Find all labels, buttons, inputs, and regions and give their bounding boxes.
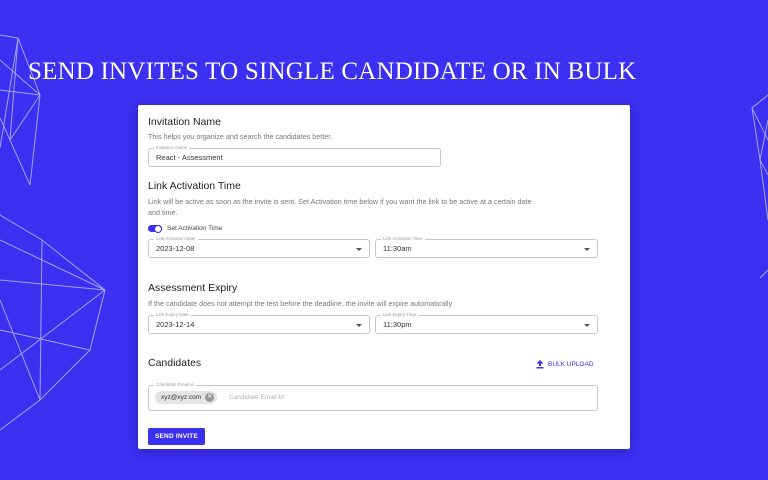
candidates-heading: Candidates	[148, 357, 202, 369]
candidate-email-placeholder[interactable]: Candidate Email Id	[229, 394, 284, 401]
link-activation-heading: Link Activation Time	[148, 180, 241, 192]
activation-date-select[interactable]: Link Activation Date 2023-12-08	[148, 236, 370, 258]
candidate-email-field-label: Candidate Email Id	[154, 382, 197, 388]
set-activation-toggle[interactable]	[148, 224, 162, 233]
caret-down-icon	[356, 248, 362, 251]
candidate-email-field[interactable]: Candidate Email Id xyz@xyz.com ✕ Candida…	[148, 382, 598, 411]
activation-time-label: Link Activation Time	[381, 236, 425, 242]
expiry-time-select[interactable]: Link Expiry Time 11:30pm	[375, 312, 598, 334]
bulk-upload-button[interactable]: BULK UPLOAD	[536, 360, 594, 369]
link-activation-description-line2: and time.	[148, 208, 178, 217]
assessment-expiry-heading: Assessment Expiry	[148, 282, 238, 294]
caret-down-icon	[584, 248, 590, 251]
invitation-name-heading: Invitation Name	[148, 116, 221, 128]
invitation-name-field[interactable]: Invitation Name React - Assessment	[148, 145, 441, 167]
expiry-date-select[interactable]: Link Expiry Date 2023-12-14	[148, 312, 370, 334]
activation-date-value: 2023-12-08	[156, 244, 195, 253]
activation-time-select[interactable]: Link Activation Time 11:30am	[375, 236, 598, 258]
invitation-name-field-label: Invitation Name	[154, 145, 190, 151]
chip-email-text: xyz@xyz.com	[161, 394, 202, 401]
activation-time-value: 11:30am	[383, 244, 412, 253]
caret-down-icon	[584, 324, 590, 327]
caret-down-icon	[356, 324, 362, 327]
invitation-name-description: This helps you organize and search the c…	[148, 132, 333, 141]
expiry-time-value: 11:30pm	[383, 320, 412, 329]
set-activation-toggle-label: Set Activation Time	[167, 225, 223, 232]
expiry-date-label: Link Expiry Date	[154, 312, 191, 318]
activation-date-label: Link Activation Date	[154, 236, 198, 242]
send-invite-button[interactable]: SEND INVITE	[148, 428, 205, 445]
invite-form-card: Invitation Name This helps you organize …	[138, 105, 630, 449]
upload-icon	[536, 360, 544, 369]
invitation-name-value: React - Assessment	[156, 153, 223, 162]
hero-title: SEND INVITES TO SINGLE CANDIDATE OR IN B…	[28, 58, 637, 85]
candidate-email-chip: xyz@xyz.com ✕	[155, 391, 218, 404]
link-activation-description-line1: Link will be active as soon as the invit…	[148, 197, 532, 206]
expiry-date-value: 2023-12-14	[156, 320, 195, 329]
bulk-upload-label: BULK UPLOAD	[548, 361, 594, 368]
close-icon[interactable]: ✕	[205, 393, 215, 402]
expiry-time-label: Link Expiry Time	[381, 312, 419, 318]
toggle-knob	[154, 224, 162, 233]
assessment-expiry-description: If the candidate does not attempt the te…	[148, 299, 453, 308]
